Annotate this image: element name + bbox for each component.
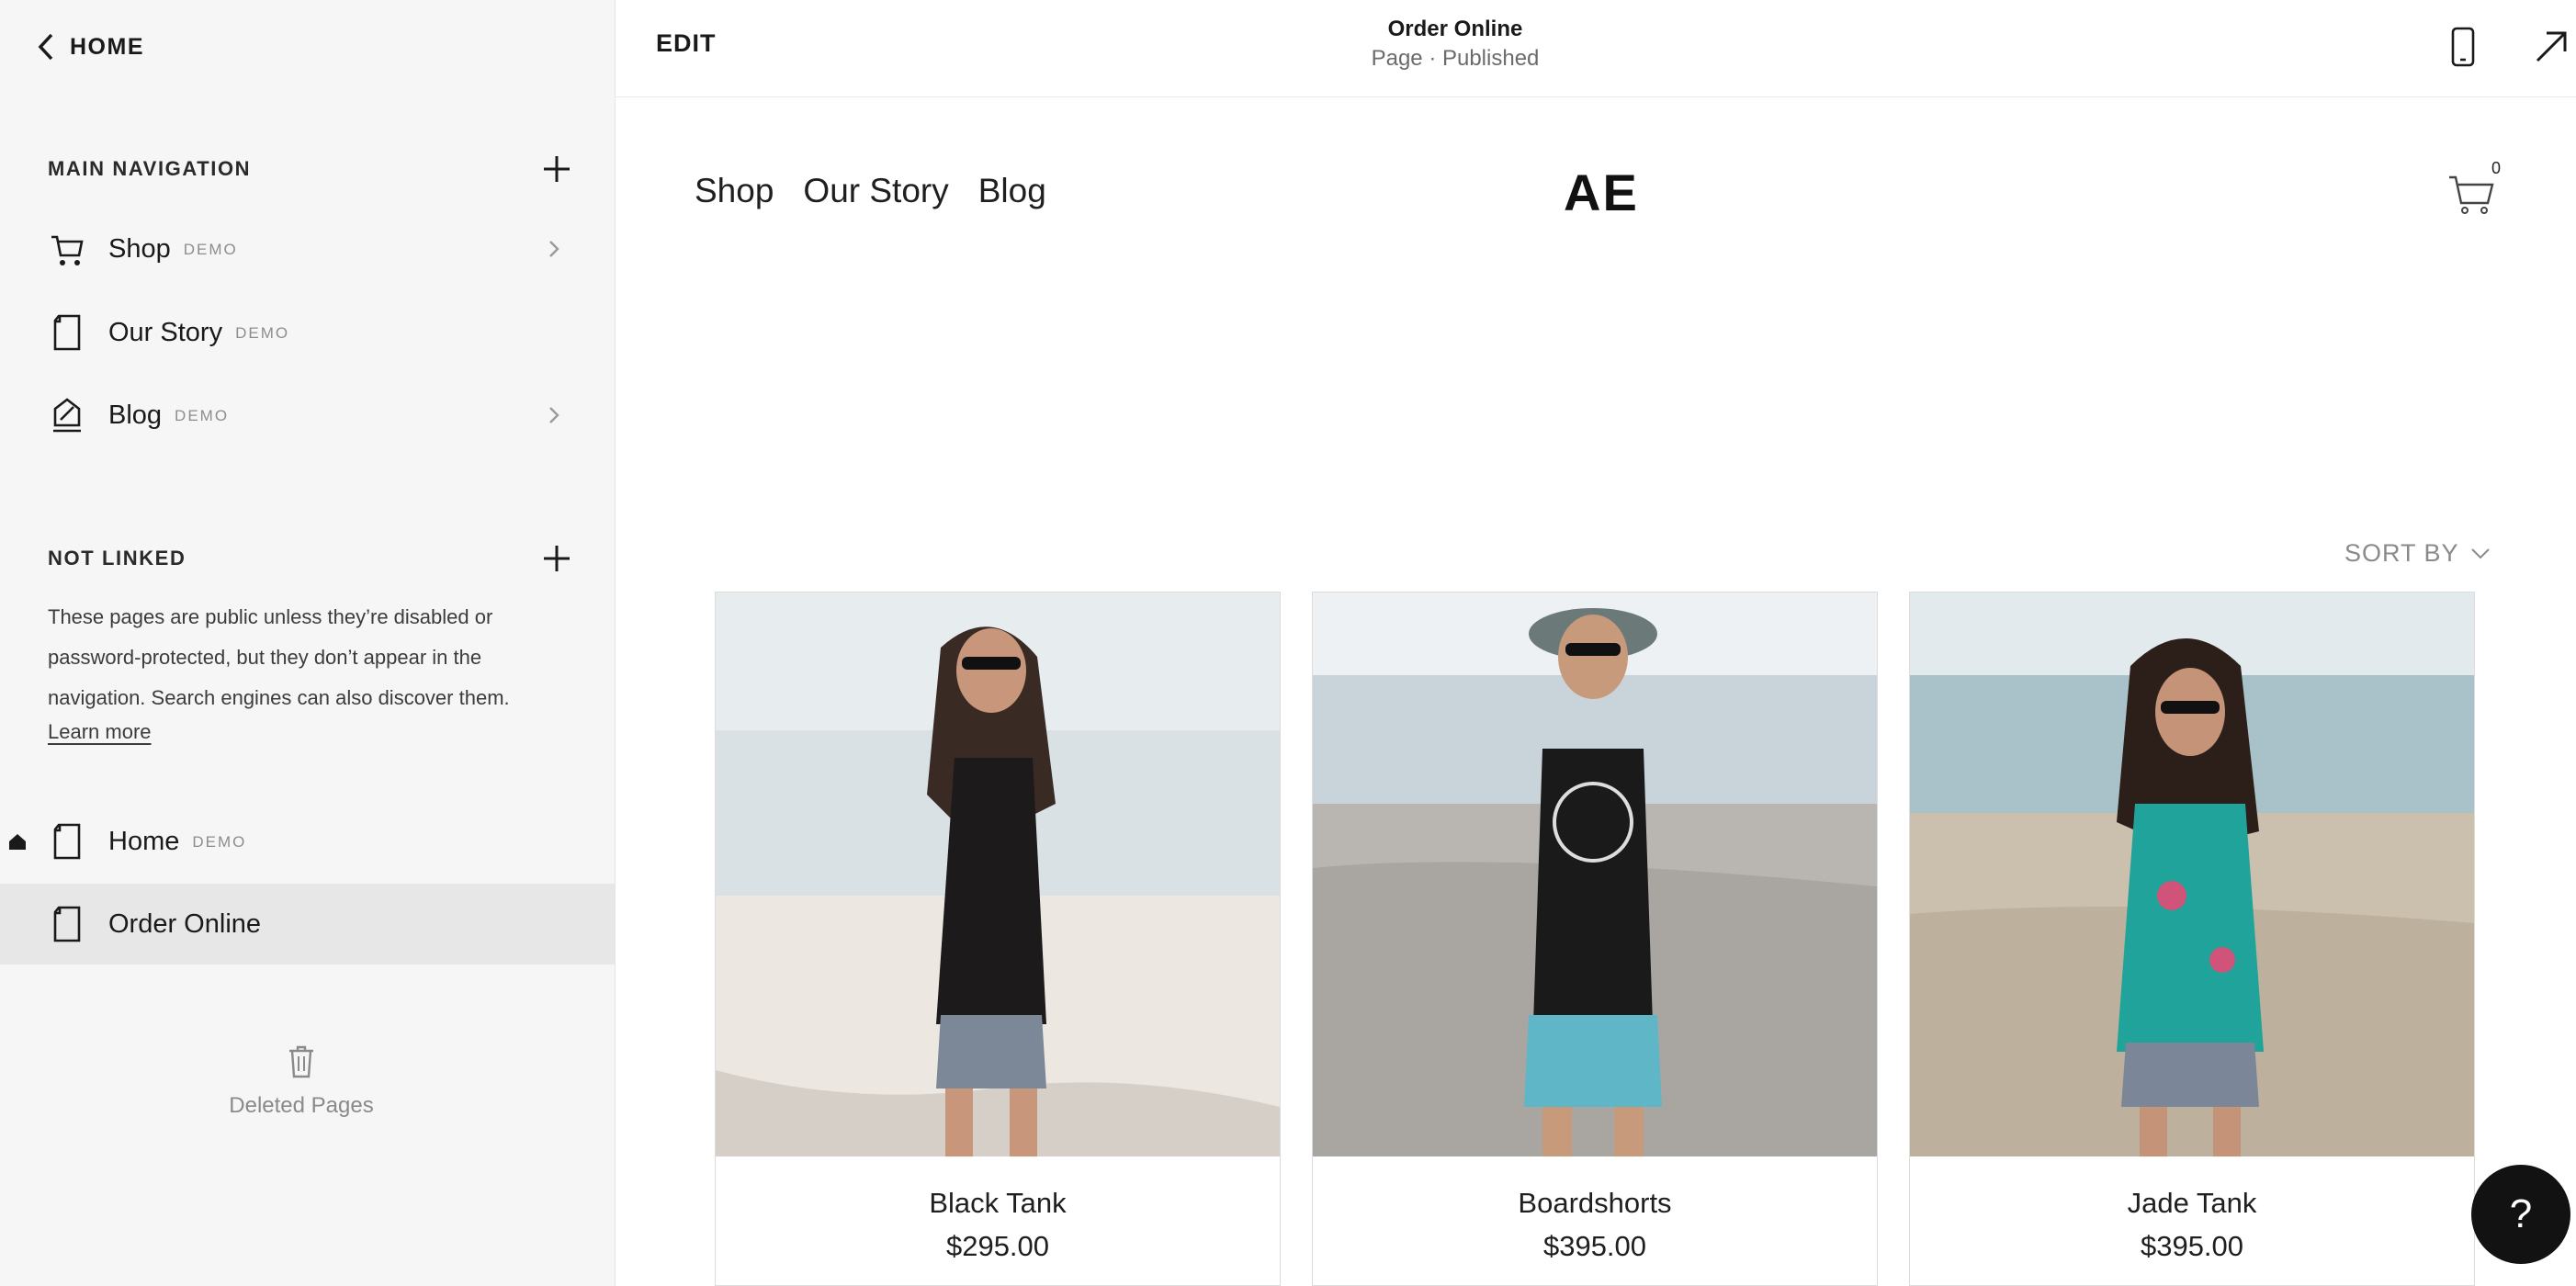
chevron-right-icon (549, 241, 559, 257)
site-nav-shop[interactable]: Shop (695, 172, 774, 210)
page-icon (53, 314, 81, 351)
chevron-left-icon (38, 33, 53, 61)
help-button[interactable]: ? (2471, 1165, 2570, 1264)
page-title: Order Online (1387, 17, 1523, 41)
sort-by-dropdown[interactable]: SORT BY (2344, 539, 2491, 568)
deleted-pages-label: Deleted Pages (229, 1093, 374, 1118)
product-name: Boardshorts (1518, 1187, 1672, 1219)
site-nav-blog[interactable]: Blog (978, 172, 1046, 210)
product-price: $395.00 (1542, 1230, 1647, 1262)
demo-badge: DEMO (183, 240, 238, 258)
demo-badge: DEMO (192, 832, 247, 851)
product-card-black-tank[interactable]: Black Tank $295.00 (715, 592, 1281, 1286)
product-price: $295.00 (945, 1230, 1050, 1262)
chevron-down-icon (2470, 547, 2490, 558)
home-icon (9, 834, 26, 850)
page-icon (53, 823, 81, 860)
site-preview: Shop Our Story Blog AE 0 SORT BY Black T… (616, 98, 2576, 1286)
product-price: $395.00 (2140, 1230, 2244, 1262)
product-name: Black Tank (929, 1187, 1067, 1219)
sidebar-item-label: Shop (108, 233, 171, 264)
sidebar-item-order-online[interactable]: Order Online (0, 884, 616, 964)
back-label: HOME (70, 33, 144, 60)
sidebar-item-label: Order Online (108, 908, 262, 939)
not-linked-description: These pages are public unless they’re di… (48, 605, 510, 709)
not-linked-title: NOT LINKED (48, 547, 186, 570)
sidebar-item-our-story[interactable]: Our Story DEMO (0, 292, 616, 373)
site-nav-our-story[interactable]: Our Story (803, 172, 948, 210)
demo-badge: DEMO (235, 323, 290, 342)
demo-badge: DEMO (175, 406, 230, 424)
sidebar-item-label: Home (108, 826, 180, 856)
mobile-preview-icon[interactable] (2449, 26, 2477, 68)
sidebar-item-label: Our Story (108, 317, 223, 347)
product-photo (1910, 592, 2474, 1156)
sort-by-label: SORT BY (2344, 539, 2459, 567)
site-navigation: Shop Our Story Blog (695, 172, 1046, 210)
cart-icon[interactable] (2447, 170, 2497, 216)
product-name: Jade Tank (2127, 1187, 2257, 1219)
product-photo (716, 592, 1280, 1156)
product-photo-illustration (716, 592, 1280, 1156)
sidebar-item-home[interactable]: Home DEMO (0, 801, 616, 882)
page-icon (53, 906, 81, 942)
page-status: Page · Published (1371, 46, 1540, 71)
not-linked-header: NOT LINKED (48, 538, 571, 579)
product-card-boardshorts[interactable]: Boardshorts $395.00 (1312, 592, 1878, 1286)
open-external-icon[interactable] (2534, 29, 2569, 64)
chevron-right-icon (549, 407, 559, 423)
sidebar-item-label: Blog (108, 400, 163, 430)
sidebar-item-blog[interactable]: Blog DEMO (0, 375, 616, 456)
product-photo-illustration (1910, 592, 2474, 1156)
add-page-plus-icon[interactable] (542, 154, 571, 184)
learn-more-link[interactable]: Learn more (48, 720, 152, 744)
blog-edit-icon (53, 398, 81, 433)
product-photo (1313, 592, 1877, 1156)
cart-count: 0 (2491, 159, 2502, 177)
site-logo[interactable]: AE (1564, 163, 1639, 222)
cart-icon (51, 235, 84, 265)
pages-sidebar: HOME MAIN NAVIGATION Shop DEMO Our Story D… (0, 0, 616, 1286)
product-card-jade-tank[interactable]: Jade Tank $395.00 (1909, 592, 2475, 1286)
main-navigation-title: MAIN NAVIGATION (48, 157, 252, 180)
trash-icon (289, 1045, 313, 1078)
sidebar-item-shop[interactable]: Shop DEMO (0, 209, 616, 289)
editor-topbar: EDIT Order Online Page · Published (616, 0, 2576, 97)
deleted-pages-button[interactable]: Deleted Pages (0, 1045, 603, 1119)
back-to-home-button[interactable]: HOME (35, 28, 144, 66)
main-navigation-header: MAIN NAVIGATION (48, 149, 571, 189)
add-page-plus-icon[interactable] (542, 544, 571, 573)
product-photo-illustration (1313, 592, 1877, 1156)
